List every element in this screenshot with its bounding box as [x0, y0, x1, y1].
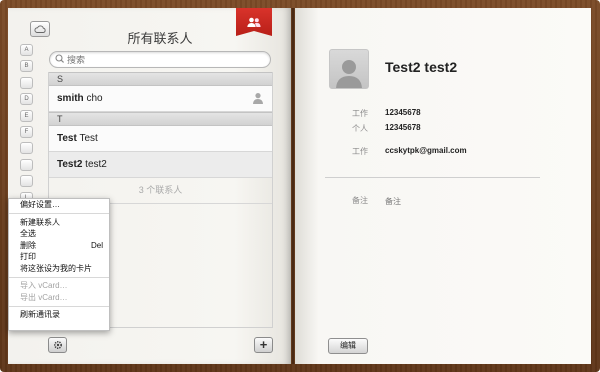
contact-last-name: test2 [85, 159, 107, 170]
menu-separator [9, 213, 109, 214]
menu-item-new-contact[interactable]: 新建联系人 [9, 217, 109, 229]
index-tab[interactable] [20, 142, 33, 155]
contact-first-name: smith [57, 93, 84, 104]
menu-separator [9, 305, 109, 307]
index-tab[interactable] [20, 158, 33, 171]
card-divider [325, 177, 540, 178]
section-header-s: S [49, 72, 272, 86]
contact-photo[interactable] [329, 49, 369, 89]
menu-item-select-all[interactable]: 全选 [9, 228, 109, 240]
field-value-work-phone: 12345678 [385, 108, 421, 117]
index-tab-f[interactable]: F [20, 125, 33, 138]
gear-icon [53, 340, 62, 350]
search-icon [55, 54, 65, 63]
index-tab-a[interactable]: A [20, 44, 33, 56]
contact-last-name: Test [79, 133, 98, 144]
contact-row-test2-test2[interactable]: Test2 test2 [49, 152, 272, 178]
menu-item-set-my-card[interactable]: 将这张设为我的卡片 [9, 263, 109, 275]
index-tab-b[interactable]: B [20, 60, 33, 73]
contact-first-name: Test2 [57, 159, 83, 170]
menu-separator [9, 276, 109, 278]
address-book: 所有联系人 A B D E F L M S smith cho [0, 0, 600, 372]
menu-item-export-vcard: 导出 vCard… [20, 292, 68, 302]
index-tab-e[interactable]: E [20, 109, 33, 122]
contact-row-smith-cho[interactable]: smith cho [49, 86, 272, 112]
index-tab[interactable] [20, 76, 33, 89]
contact-first-name: Test [57, 133, 77, 144]
index-tab-d[interactable]: D [20, 93, 33, 106]
field-label-note: 备注 [352, 196, 368, 205]
field-label-work-email: 工作 [352, 147, 368, 156]
action-menu-button[interactable] [48, 337, 67, 353]
contact-name: Test2 test2 [385, 59, 458, 75]
field-label-work-phone: 工作 [352, 109, 368, 118]
field-value-work-email: ccskytpk@gmail.com [385, 146, 467, 155]
add-contact-button[interactable]: + [254, 337, 273, 353]
index-tab[interactable] [20, 175, 33, 188]
search-input[interactable] [67, 52, 262, 67]
menu-item-import-vcard: 导入 vCard… [20, 281, 68, 290]
menu-item-refresh[interactable]: 刷新通讯录 [9, 309, 109, 321]
contact-last-name: cho [86, 93, 103, 104]
cloud-icon [34, 25, 46, 33]
person-icon [253, 93, 263, 104]
section-header-t: T [49, 112, 272, 126]
group-people-icon [247, 17, 261, 27]
action-menu: 偏好设置… 新建联系人 全选 删除 Del 打印 将这张设为我的卡片 导入 vC… [8, 198, 110, 331]
menu-item-preferences[interactable]: 偏好设置… [9, 199, 109, 211]
edit-button[interactable]: 编辑 [328, 338, 368, 354]
menu-item-delete[interactable]: 删除 Del [9, 240, 109, 252]
menu-item-print[interactable]: 打印 [9, 251, 109, 263]
search-field[interactable] [49, 51, 271, 68]
cloud-sync-button[interactable] [30, 21, 50, 37]
contact-row-test-test[interactable]: Test Test [49, 126, 272, 152]
field-value-note: 备注 [385, 197, 401, 206]
delete-shortcut: Del [90, 240, 103, 250]
menu-item-delete-label: 删除 [20, 240, 36, 250]
person-silhouette-icon [336, 60, 362, 88]
page-title: 所有联系人 [127, 31, 193, 46]
field-value-personal-phone: 12345678 [385, 123, 421, 132]
field-label-personal-phone: 个人 [352, 124, 368, 133]
